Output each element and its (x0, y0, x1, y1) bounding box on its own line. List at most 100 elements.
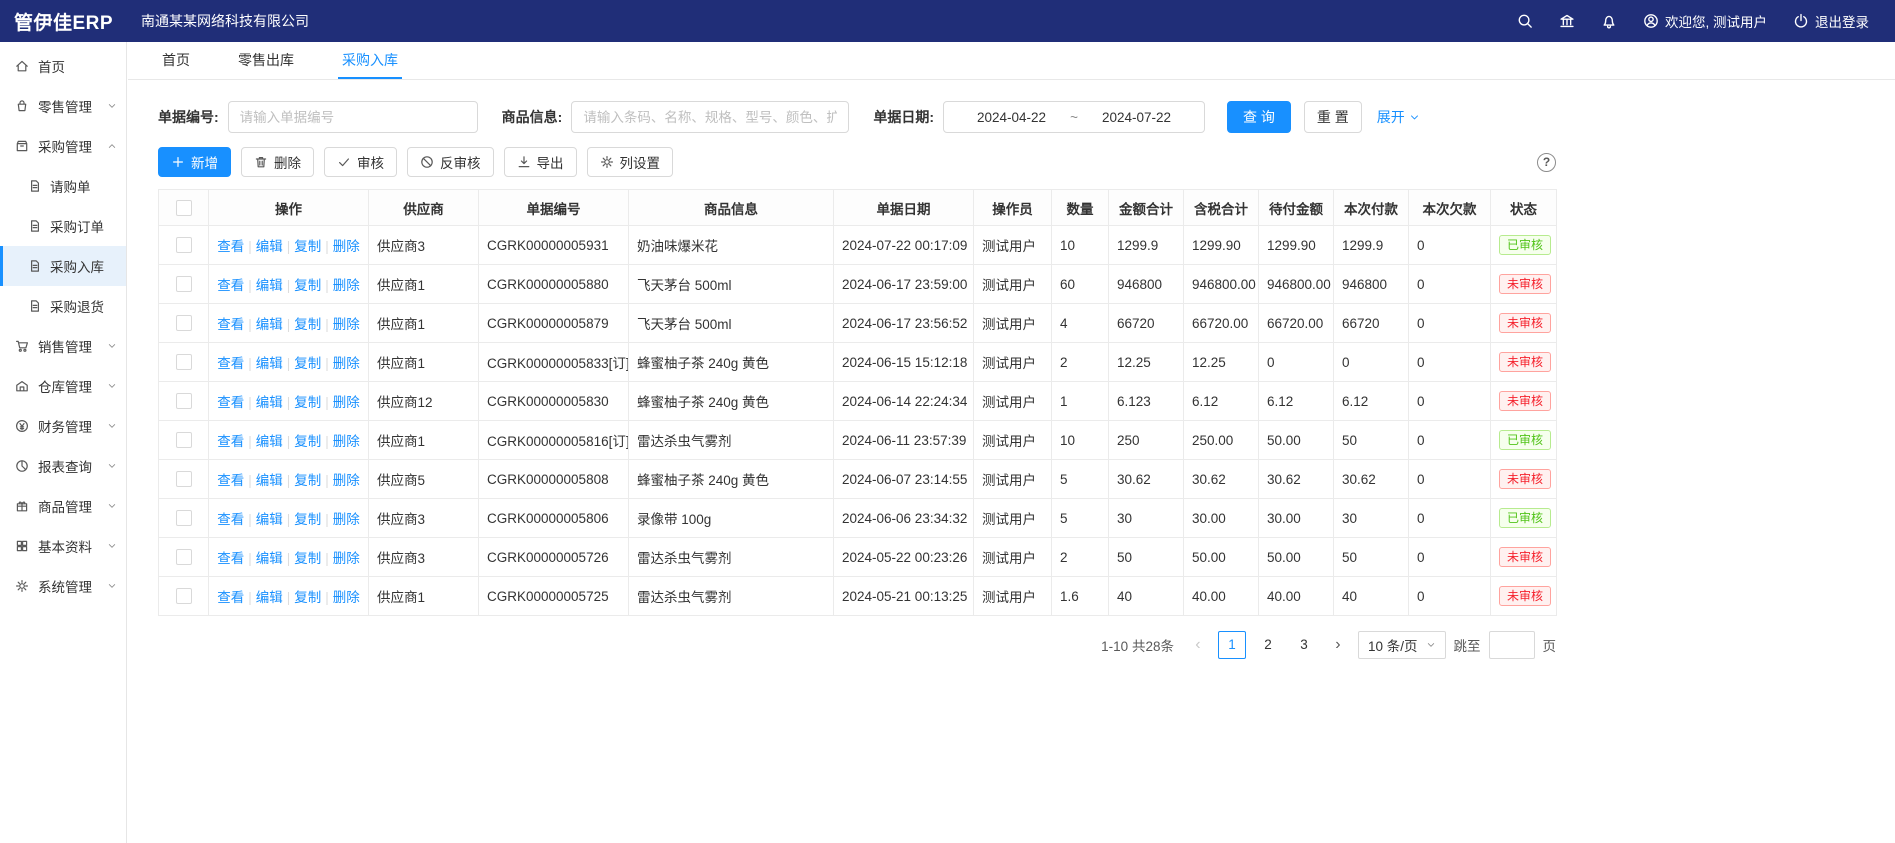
sidebar-item-purchase-return[interactable]: 采购退货 (0, 286, 126, 326)
row-action-view[interactable]: 查看 (217, 434, 244, 449)
bill-no-input[interactable] (228, 101, 478, 133)
row-action-edit[interactable]: 编辑 (256, 434, 283, 449)
row-action-copy[interactable]: 复制 (294, 590, 321, 605)
row-checkbox[interactable] (176, 237, 192, 253)
sidebar-item-finance[interactable]: 财务管理 (0, 406, 126, 446)
next-page-button[interactable]: › (1326, 631, 1350, 659)
row-action-edit[interactable]: 编辑 (256, 590, 283, 605)
row-action-edit[interactable]: 编辑 (256, 278, 283, 293)
sidebar-item-purchase-order[interactable]: 采购订单 (0, 206, 126, 246)
page-size-select[interactable]: 10 条/页 (1358, 631, 1446, 659)
row-action-view[interactable]: 查看 (217, 278, 244, 293)
reset-button[interactable]: 重 置 (1304, 101, 1362, 133)
sidebar-item-home[interactable]: 首页 (0, 46, 126, 86)
row-action-copy[interactable]: 复制 (294, 239, 321, 254)
tab-home[interactable]: 首页 (158, 42, 194, 79)
date-end-value[interactable]: 2024-07-22 (1102, 110, 1171, 125)
row-checkbox[interactable] (176, 549, 192, 565)
row-action-edit[interactable]: 编辑 (256, 473, 283, 488)
row-action-delete[interactable]: 删除 (333, 512, 360, 527)
row-checkbox[interactable] (176, 471, 192, 487)
row-action-view[interactable]: 查看 (217, 317, 244, 332)
bank-icon[interactable] (1559, 13, 1575, 29)
row-action-delete[interactable]: 删除 (333, 590, 360, 605)
row-checkbox[interactable] (176, 315, 192, 331)
row-action-view[interactable]: 查看 (217, 395, 244, 410)
unaudit-button[interactable]: 反审核 (407, 147, 494, 177)
row-action-view[interactable]: 查看 (217, 356, 244, 371)
row-action-view[interactable]: 查看 (217, 473, 244, 488)
page-button-3[interactable]: 3 (1290, 631, 1318, 659)
cell-paid: 66720 (1334, 304, 1409, 343)
row-action-view[interactable]: 查看 (217, 551, 244, 566)
jump-page-input[interactable] (1489, 631, 1535, 659)
help-icon[interactable]: ? (1537, 153, 1556, 172)
delete-button[interactable]: 删除 (241, 147, 314, 177)
row-checkbox[interactable] (176, 393, 192, 409)
prev-page-button[interactable]: ‹ (1186, 631, 1210, 659)
row-action-view[interactable]: 查看 (217, 239, 244, 254)
column-settings-button[interactable]: 列设置 (587, 147, 674, 177)
row-action-edit[interactable]: 编辑 (256, 395, 283, 410)
row-action-copy[interactable]: 复制 (294, 512, 321, 527)
row-action-edit[interactable]: 编辑 (256, 239, 283, 254)
row-action-edit[interactable]: 编辑 (256, 512, 283, 527)
tab-retail-out[interactable]: 零售出库 (234, 42, 298, 79)
sidebar-item-basic-data[interactable]: 基本资料 (0, 526, 126, 566)
notifications-bell-icon[interactable] (1601, 13, 1617, 29)
row-action-delete[interactable]: 删除 (333, 317, 360, 332)
row-action-copy[interactable]: 复制 (294, 473, 321, 488)
row-action-edit[interactable]: 编辑 (256, 551, 283, 566)
row-action-delete[interactable]: 删除 (333, 551, 360, 566)
sidebar-item-purchase-request[interactable]: 请购单 (0, 166, 126, 206)
row-action-view[interactable]: 查看 (217, 590, 244, 605)
row-checkbox[interactable] (176, 354, 192, 370)
cell-date: 2024-06-11 23:57:39 (834, 421, 974, 460)
sidebar-item-reports[interactable]: 报表查询 (0, 446, 126, 486)
pagination-pages: 123 (1218, 631, 1318, 659)
search-icon[interactable] (1517, 13, 1533, 29)
row-action-delete[interactable]: 删除 (333, 395, 360, 410)
row-checkbox[interactable] (176, 276, 192, 292)
sidebar-item-purchase[interactable]: 采购管理 (0, 126, 126, 166)
sidebar-item-sales[interactable]: 销售管理 (0, 326, 126, 366)
sidebar-item-purchase-in[interactable]: 采购入库 (0, 246, 126, 286)
row-checkbox[interactable] (176, 510, 192, 526)
row-action-edit[interactable]: 编辑 (256, 356, 283, 371)
column-header: 本次付款 (1334, 190, 1409, 226)
sidebar-item-warehouse[interactable]: 仓库管理 (0, 366, 126, 406)
audit-button[interactable]: 审核 (324, 147, 397, 177)
row-action-copy[interactable]: 复制 (294, 278, 321, 293)
row-checkbox[interactable] (176, 588, 192, 604)
sidebar-item-label: 基本资料 (38, 536, 92, 556)
add-button[interactable]: 新增 (158, 147, 231, 177)
date-range-picker[interactable]: 2024-04-22 ~ 2024-07-22 (943, 101, 1205, 133)
page-button-2[interactable]: 2 (1254, 631, 1282, 659)
search-button[interactable]: 查 询 (1227, 101, 1291, 133)
row-checkbox[interactable] (176, 432, 192, 448)
date-start-value[interactable]: 2024-04-22 (977, 110, 1046, 125)
product-info-input[interactable] (571, 101, 849, 133)
sidebar-item-retail[interactable]: 零售管理 (0, 86, 126, 126)
expand-link[interactable]: 展开 (1377, 107, 1420, 127)
row-action-copy[interactable]: 复制 (294, 317, 321, 332)
row-action-copy[interactable]: 复制 (294, 395, 321, 410)
row-action-view[interactable]: 查看 (217, 512, 244, 527)
page-button-1[interactable]: 1 (1218, 631, 1246, 659)
row-action-edit[interactable]: 编辑 (256, 317, 283, 332)
row-action-delete[interactable]: 删除 (333, 278, 360, 293)
export-button[interactable]: 导出 (504, 147, 577, 177)
sidebar-item-goods[interactable]: 商品管理 (0, 486, 126, 526)
row-action-copy[interactable]: 复制 (294, 551, 321, 566)
logout-button[interactable]: 退出登录 (1793, 11, 1869, 31)
row-action-delete[interactable]: 删除 (333, 473, 360, 488)
sidebar-item-system[interactable]: 系统管理 (0, 566, 126, 606)
tab-purchase-in[interactable]: 采购入库 (338, 42, 402, 79)
user-menu[interactable]: 欢迎您, 测试用户 (1643, 11, 1767, 31)
row-action-delete[interactable]: 删除 (333, 434, 360, 449)
row-action-delete[interactable]: 删除 (333, 239, 360, 254)
row-action-copy[interactable]: 复制 (294, 434, 321, 449)
select-all-checkbox[interactable] (176, 200, 192, 216)
row-action-delete[interactable]: 删除 (333, 356, 360, 371)
row-action-copy[interactable]: 复制 (294, 356, 321, 371)
